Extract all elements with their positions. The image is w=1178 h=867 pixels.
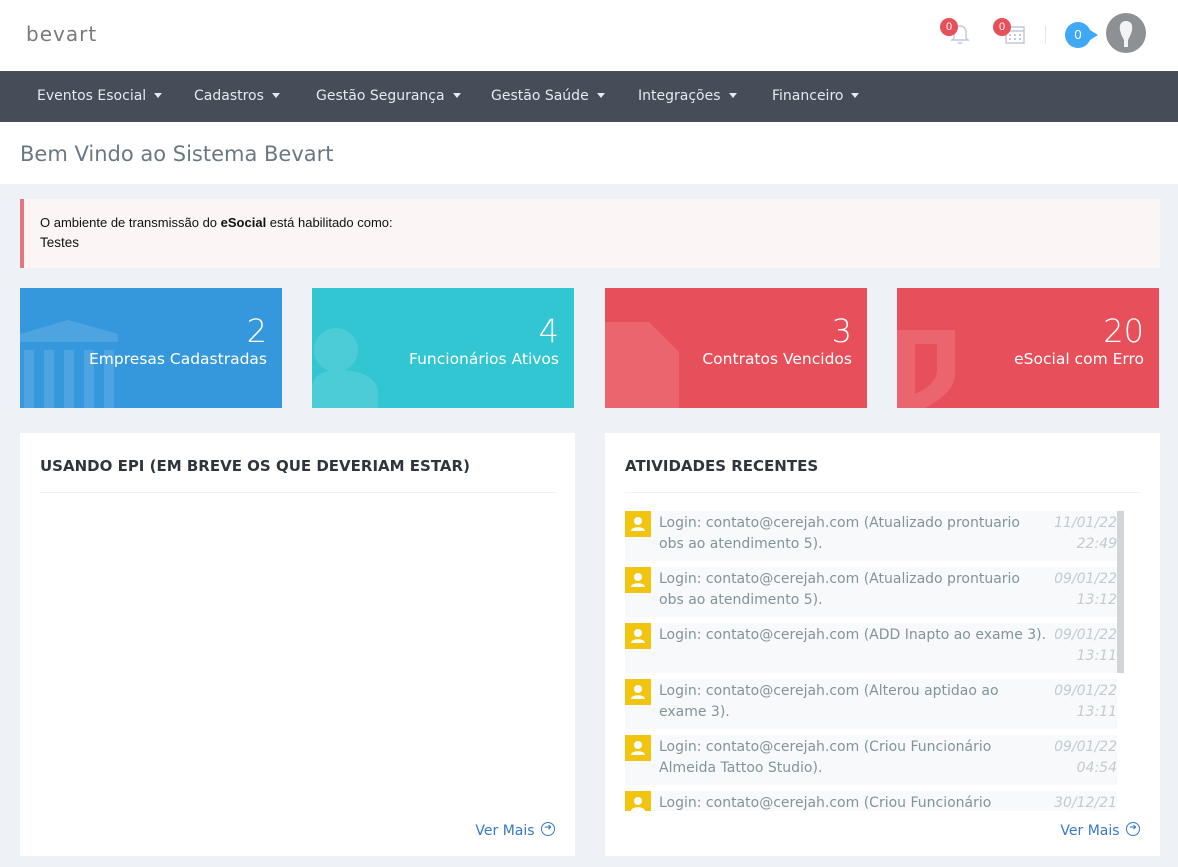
activity-date: 09/01/22 04:54 xyxy=(1054,739,1117,776)
user-icon xyxy=(625,567,651,593)
activity-feed[interactable]: Login: contato@cerejah.com (Atualizado p… xyxy=(625,511,1119,811)
nav-cadastros[interactable]: Cadastros xyxy=(194,71,280,122)
stat-card-empresas[interactable]: 2 Empresas Cadastradas xyxy=(20,288,282,408)
nav-integracoes[interactable]: Integrações xyxy=(638,71,737,122)
user-icon xyxy=(625,623,651,649)
messages-badge[interactable]: 0 xyxy=(1065,22,1098,48)
activity-panel: ATIVIDADES RECENTES Login: contato@cerej… xyxy=(605,433,1160,856)
activity-item[interactable]: Login: contato@cerejah.com (Criou Funcio… xyxy=(625,735,1117,785)
stat-value: 20 xyxy=(1103,312,1144,350)
nav-financeiro[interactable]: Financeiro xyxy=(772,71,860,122)
epi-panel-title: USANDO EPI (EM BREVE OS QUE DEVERIAM EST… xyxy=(40,457,470,475)
nav-eventos-esocial[interactable]: Eventos Esocial xyxy=(37,71,163,122)
tasks-badge: 0 xyxy=(993,18,1011,36)
user-icon xyxy=(625,735,651,761)
activity-text: Login: contato@cerejah.com (Atualizado p… xyxy=(659,515,1020,552)
panel-divider xyxy=(40,492,555,493)
caret-down-icon xyxy=(452,92,461,98)
caret-down-icon xyxy=(728,92,737,98)
arrow-circle-right-icon: ➜ xyxy=(1126,822,1140,836)
nav-gestao-seguranca[interactable]: Gestão Segurança xyxy=(316,71,461,122)
user-icon xyxy=(625,511,651,537)
top-header: bevart 0 0 0 xyxy=(0,0,1178,71)
nav-gestao-saude[interactable]: Gestão Saúde xyxy=(491,71,605,122)
stat-value: 3 xyxy=(831,312,852,350)
activity-item[interactable]: Login: contato@cerejah.com (Atualizado p… xyxy=(625,567,1117,617)
caret-down-icon xyxy=(271,92,280,98)
activity-date: 09/01/22 13:11 xyxy=(1054,627,1117,664)
stat-label: Empresas Cadastradas xyxy=(89,350,267,368)
activity-text: Login: contato@cerejah.com (Alterou apti… xyxy=(659,683,999,720)
activity-date: 09/01/22 13:11 xyxy=(1054,683,1117,720)
avatar-silhouette-icon xyxy=(1119,21,1133,47)
document-icon xyxy=(605,322,679,408)
stat-card-esocial-erro[interactable]: 20 eSocial com Erro xyxy=(897,288,1159,408)
user-icon xyxy=(625,679,651,705)
panel-divider xyxy=(625,492,1140,493)
logo[interactable]: bevart xyxy=(26,22,97,46)
activity-item[interactable]: Login: contato@cerejah.com (Atualizado p… xyxy=(625,511,1117,561)
stat-value: 2 xyxy=(246,312,267,350)
stat-value: 4 xyxy=(538,312,559,350)
activity-text: Login: contato@cerejah.com (Atualizado p… xyxy=(659,571,1020,608)
header-divider xyxy=(1045,26,1046,44)
activity-ver-mais-link[interactable]: Ver Mais ➜ xyxy=(1060,822,1140,839)
activity-item[interactable]: Login: contato@cerejah.com (Alterou apti… xyxy=(625,679,1117,729)
activity-date: 11/01/22 22:49 xyxy=(1054,515,1117,552)
user-icon xyxy=(312,328,378,408)
main-nav: Eventos Esocial Cadastros Gestão Seguran… xyxy=(0,71,1178,122)
stat-label: eSocial com Erro xyxy=(1014,350,1144,368)
stat-card-funcionarios[interactable]: 4 Funcionários Ativos xyxy=(312,288,574,408)
user-avatar[interactable] xyxy=(1106,13,1146,53)
caret-down-icon xyxy=(154,92,163,98)
stat-card-contratos[interactable]: 3 Contratos Vencidos xyxy=(605,288,867,408)
alert-environment-value: Testes xyxy=(40,235,80,250)
esocial-environment-alert: O ambiente de transmissão do eSocial est… xyxy=(20,199,1160,268)
activity-text: Login: contato@cerejah.com (Criou Funcio… xyxy=(659,795,992,811)
shield-icon xyxy=(897,330,955,408)
epi-ver-mais-link[interactable]: Ver Mais ➜ xyxy=(475,822,555,839)
activity-text: Login: contato@cerejah.com (Criou Funcio… xyxy=(659,739,992,776)
activity-item[interactable]: Login: contato@cerejah.com (Criou Funcio… xyxy=(625,791,1117,811)
caret-down-icon xyxy=(851,92,860,98)
arrow-circle-right-icon: ➜ xyxy=(541,822,555,836)
notifications-badge: 0 xyxy=(940,18,958,36)
user-icon xyxy=(625,791,651,811)
epi-panel: USANDO EPI (EM BREVE OS QUE DEVERIAM EST… xyxy=(20,433,575,856)
activity-item[interactable]: Login: contato@cerejah.com (ADD Inapto a… xyxy=(625,623,1117,673)
page-title: Bem Vindo ao Sistema Bevart xyxy=(20,142,334,166)
page-title-bar: Bem Vindo ao Sistema Bevart xyxy=(0,122,1178,184)
activity-date: 09/01/22 13:12 xyxy=(1054,571,1117,608)
activity-panel-title: ATIVIDADES RECENTES xyxy=(625,457,819,475)
stat-label: Funcionários Ativos xyxy=(409,350,559,368)
stat-label: Contratos Vencidos xyxy=(702,350,852,368)
alert-message: O ambiente de transmissão do eSocial est… xyxy=(40,215,393,230)
activity-text: Login: contato@cerejah.com (ADD Inapto a… xyxy=(659,627,1047,643)
activity-date: 30/12/21 xyxy=(1054,795,1117,811)
feed-scrollbar[interactable] xyxy=(1117,511,1124,673)
caret-down-icon xyxy=(596,92,605,98)
